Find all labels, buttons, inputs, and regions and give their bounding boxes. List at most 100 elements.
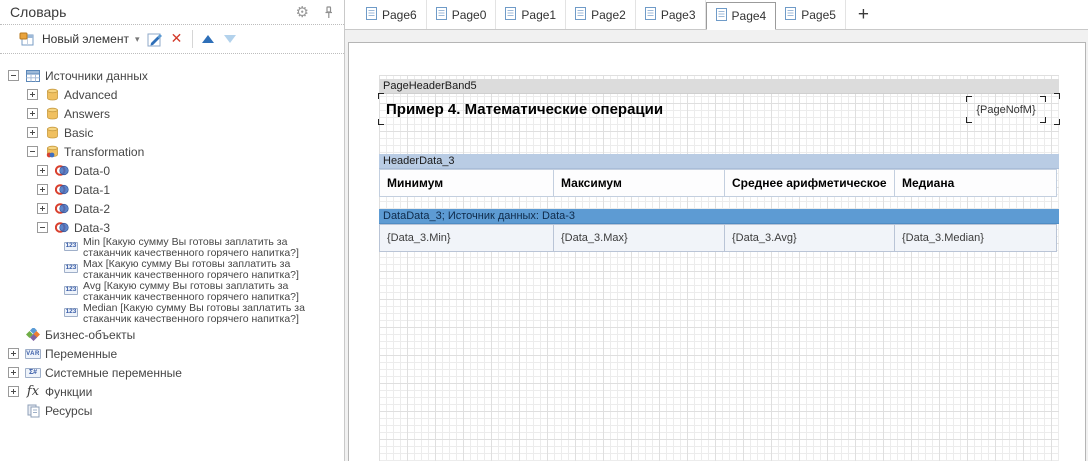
tree-item-data-1[interactable]: Data-1 — [0, 180, 344, 199]
number-field-icon: 123 — [63, 286, 79, 295]
tree-item-transformation[interactable]: Transformation — [0, 142, 344, 161]
collapse-icon[interactable] — [8, 70, 19, 81]
page-icon — [785, 7, 796, 23]
page-icon — [575, 7, 586, 23]
tree-item-field-min[interactable]: 123 Min [Какую сумму Вы готовы заплатить… — [0, 237, 344, 258]
tab-page5[interactable]: Page5 — [776, 0, 846, 29]
tab-page1[interactable]: Page1 — [496, 0, 566, 29]
collapse-icon[interactable] — [27, 146, 38, 157]
tree-item-system-variables[interactable]: Σ# Системные переменные — [0, 363, 344, 382]
tree-item-label: Answers — [64, 107, 110, 121]
tab-page2[interactable]: Page2 — [566, 0, 636, 29]
data-relation-icon — [54, 203, 70, 214]
tree-item-label: Avg [Какую сумму Вы готовы заплатить за … — [83, 281, 311, 302]
tab-page3[interactable]: Page3 — [636, 0, 706, 29]
move-down-button[interactable] — [219, 29, 241, 49]
header-cell-maximum[interactable]: Максимум — [553, 169, 725, 197]
selection-corner-icon — [966, 117, 972, 123]
expand-icon[interactable] — [27, 89, 38, 100]
data-cell-avg[interactable]: {Data_3.Avg} — [724, 224, 895, 252]
title-textbox[interactable]: Пример 4. Математические операции — [379, 94, 1059, 124]
number-field-icon: 123 — [63, 242, 79, 251]
tree-item-label: Источники данных — [45, 69, 148, 83]
expand-icon[interactable] — [37, 184, 48, 195]
tab-page4-active[interactable]: Page4 — [706, 2, 777, 30]
tree-item-resources[interactable]: Ресурсы — [0, 401, 344, 420]
dictionary-panel: Словарь ⚙ Новый элемент ▾ ✕ — [0, 0, 345, 461]
tab-label: Page6 — [382, 8, 417, 22]
tree-item-label: Системные переменные — [45, 366, 182, 380]
tree-item-data-sources[interactable]: Источники данных — [0, 66, 344, 85]
edit-button[interactable] — [144, 29, 166, 49]
tree-item-answers[interactable]: Answers — [0, 104, 344, 123]
tab-page6[interactable]: Page6 — [357, 0, 427, 29]
expand-icon[interactable] — [8, 348, 19, 359]
toolbar-divider — [192, 30, 193, 48]
tree-item-functions[interactable]: fx Функции — [0, 382, 344, 401]
tree-item-label: Max [Какую сумму Вы готовы заплатить за … — [83, 259, 311, 280]
expand-icon[interactable] — [27, 108, 38, 119]
tree-item-label: Data-0 — [74, 164, 110, 178]
move-up-button[interactable] — [197, 29, 219, 49]
selection-corner-icon — [966, 96, 972, 102]
data-cell-min[interactable]: {Data_3.Min} — [379, 224, 554, 252]
expand-icon[interactable] — [8, 386, 19, 397]
grid-area: PageHeaderBand5 Пример 4. Математические… — [379, 75, 1059, 461]
header-cell-median[interactable]: Медиана — [894, 169, 1057, 197]
tree-item-field-median[interactable]: 123 Median [Какую сумму Вы готовы заплат… — [0, 303, 344, 324]
expand-icon[interactable] — [37, 203, 48, 214]
delete-button[interactable]: ✕ — [166, 29, 188, 49]
field-badge-123: 123 — [64, 264, 78, 273]
pagenofm-textbox[interactable]: {PageNofM} — [967, 97, 1045, 122]
report-title: Пример 4. Математические операции — [379, 101, 663, 118]
tree-item-variables[interactable]: VAR Переменные — [0, 344, 344, 363]
selection-corner-icon — [378, 93, 384, 99]
page-tab-bar: Page6 Page0 Page1 Page2 Page3 Page4 Page… — [345, 0, 1088, 30]
collapse-icon[interactable] — [37, 222, 48, 233]
tree-item-basic[interactable]: Basic — [0, 123, 344, 142]
fx-glyph: fx — [27, 385, 39, 398]
transformation-database-icon — [44, 145, 60, 158]
new-element-button[interactable]: Новый элемент ▾ — [8, 30, 144, 48]
field-badge-123: 123 — [64, 308, 78, 317]
tree-item-data-3[interactable]: Data-3 — [0, 218, 344, 237]
number-field-icon: 123 — [63, 264, 79, 273]
pin-icon[interactable] — [323, 6, 334, 19]
arrow-up-icon — [202, 35, 214, 43]
expand-icon[interactable] — [37, 165, 48, 176]
page-icon — [505, 7, 516, 23]
tree-item-business-objects[interactable]: Бизнес-объекты — [0, 325, 344, 344]
functions-fx-icon: fx — [25, 385, 41, 398]
data-cell-median[interactable]: {Data_3.Median} — [894, 224, 1057, 252]
band-datadata[interactable]: DataData_3; Источник данных: Data-3 — [379, 209, 1059, 224]
report-page[interactable]: PageHeaderBand5 Пример 4. Математические… — [348, 42, 1086, 461]
new-element-icon — [18, 32, 34, 46]
tree-item-field-max[interactable]: 123 Max [Какую сумму Вы готовы заплатить… — [0, 259, 344, 280]
chevron-down-icon: ▾ — [135, 34, 140, 45]
tab-label: Page1 — [521, 8, 556, 22]
tree-item-data-2[interactable]: Data-2 — [0, 199, 344, 218]
band-headerdata[interactable]: HeaderData_3 — [379, 154, 1059, 169]
selection-corner-icon — [1054, 119, 1060, 125]
data-row: {Data_3.Min} {Data_3.Max} {Data_3.Avg} {… — [379, 224, 1059, 252]
header-cell-average[interactable]: Среднее арифметическое — [724, 169, 895, 197]
data-cell-max[interactable]: {Data_3.Max} — [553, 224, 725, 252]
database-icon — [44, 88, 60, 101]
data-relation-icon — [54, 165, 70, 176]
expand-icon[interactable] — [27, 127, 38, 138]
tree-item-advanced[interactable]: Advanced — [0, 85, 344, 104]
band-pageheader[interactable]: PageHeaderBand5 — [379, 79, 1059, 94]
expand-icon[interactable] — [8, 367, 19, 378]
header-cell-minimum[interactable]: Минимум — [379, 169, 554, 197]
add-page-button[interactable]: + — [846, 0, 881, 29]
tree-item-field-avg[interactable]: 123 Avg [Какую сумму Вы готовы заплатить… — [0, 281, 344, 302]
design-canvas: PageHeaderBand5 Пример 4. Математические… — [345, 30, 1088, 461]
settings-gear-icon[interactable]: ⚙ — [296, 5, 309, 20]
header-row: Минимум Максимум Среднее арифметическое … — [379, 169, 1059, 197]
system-variables-icon: Σ# — [25, 368, 41, 378]
data-relation-icon — [54, 184, 70, 195]
selection-corner-icon — [1040, 96, 1046, 102]
tab-page0[interactable]: Page0 — [427, 0, 497, 29]
tree-item-data-0[interactable]: Data-0 — [0, 161, 344, 180]
tree-item-label: Min [Какую сумму Вы готовы заплатить за … — [83, 237, 311, 258]
